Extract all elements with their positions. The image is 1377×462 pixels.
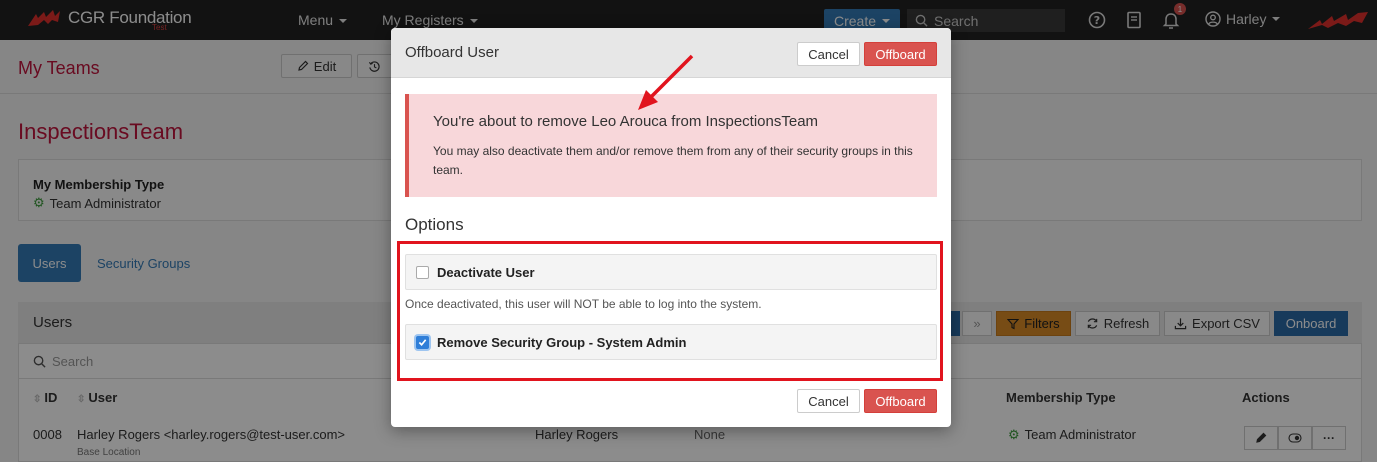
options-heading: Options xyxy=(405,215,464,234)
alert-text: You may also deactivate them and/or remo… xyxy=(433,144,913,177)
red-arrow-annotation xyxy=(638,54,694,110)
offboard-button-bottom[interactable]: Offboard xyxy=(864,389,937,413)
options-highlight-annotation xyxy=(397,241,943,381)
modal-title: Offboard User xyxy=(405,44,499,61)
cancel-button-bottom[interactable]: Cancel xyxy=(797,389,860,413)
offboard-button-top[interactable]: Offboard xyxy=(864,42,937,66)
cancel-button-top[interactable]: Cancel xyxy=(797,42,860,66)
